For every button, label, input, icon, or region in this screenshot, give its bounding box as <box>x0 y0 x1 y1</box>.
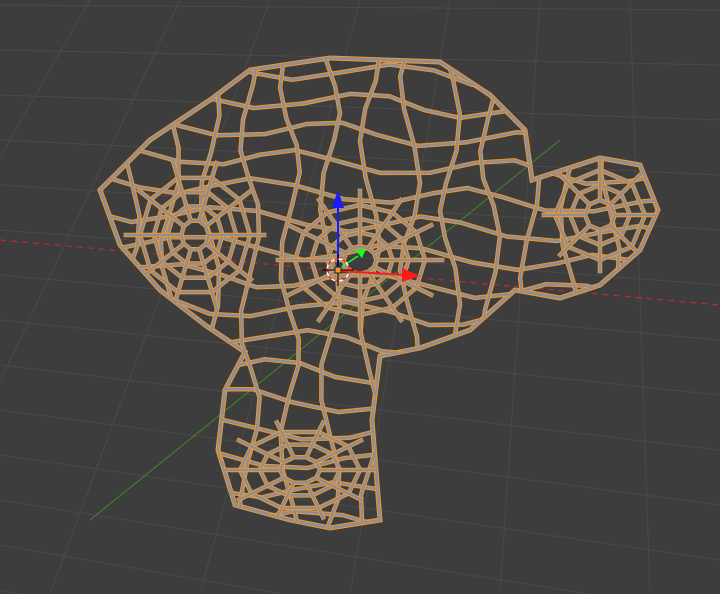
grid-line <box>629 0 651 594</box>
wire-edge <box>557 58 583 528</box>
wire-edge <box>100 500 658 528</box>
wire-edge <box>437 58 463 528</box>
object-origin <box>334 266 342 274</box>
wire-edge <box>100 501 658 528</box>
grid-line <box>0 0 91 158</box>
wire-edge <box>100 387 658 424</box>
wire-edge <box>100 58 102 528</box>
monkey-wireframe[interactable] <box>80 44 700 568</box>
viewport-canvas[interactable] <box>0 0 720 594</box>
grid-line <box>0 589 22 594</box>
grid-line <box>0 4 720 11</box>
grid-line <box>0 544 283 594</box>
wire-edge <box>118 58 142 528</box>
wire-edge <box>558 58 582 528</box>
wire-edge <box>680 45 700 567</box>
wire-edge <box>278 456 322 484</box>
3d-viewport[interactable] <box>0 0 720 594</box>
wire-edge <box>100 58 103 528</box>
wire-edge <box>680 45 700 567</box>
grid-line <box>0 94 720 121</box>
wire-edge <box>638 58 658 528</box>
wire-edge <box>117 58 143 528</box>
wire-edge <box>100 414 658 453</box>
wire-edge <box>100 413 658 454</box>
wire-edge <box>598 58 622 528</box>
wire-edge <box>597 58 623 528</box>
wire-edge <box>100 386 658 425</box>
wire-edge <box>100 82 658 130</box>
wire-edge <box>637 58 658 528</box>
wire-edge <box>100 83 658 129</box>
